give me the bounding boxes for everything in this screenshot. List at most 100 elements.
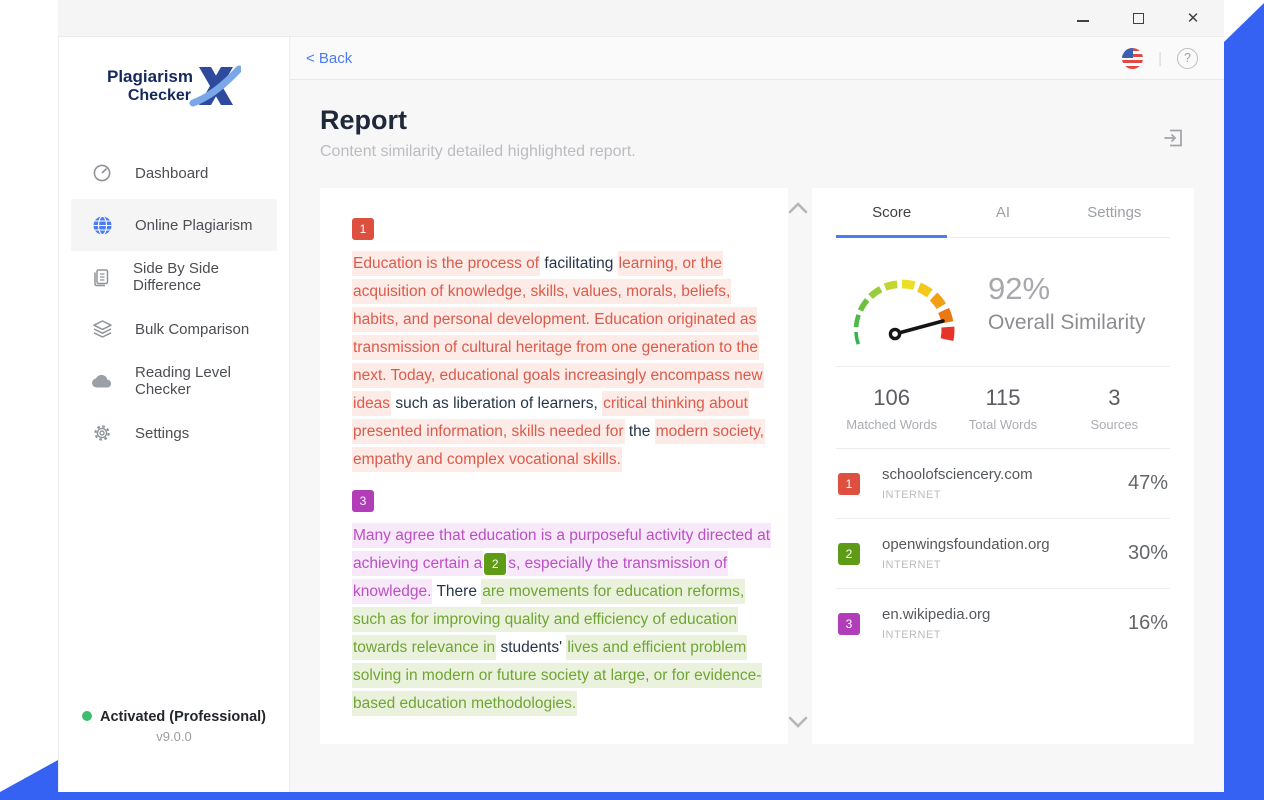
sidebar-item-label: Reading Level Checker (135, 364, 277, 398)
source-badge-2[interactable]: 2 (484, 553, 506, 575)
titlebar: ✕ (58, 0, 1224, 37)
source-info: en.wikipedia.org INTERNET (882, 606, 990, 641)
stat-label: Matched Words (836, 417, 947, 432)
sidebar-item-settings[interactable]: Settings (71, 407, 277, 459)
back-link[interactable]: < Back (306, 50, 352, 67)
sidebar-item-bulk-comparison[interactable]: Bulk Comparison (71, 303, 277, 355)
activation-status: Activated (Professional) v9.0.0 (59, 709, 289, 744)
tab-ai[interactable]: AI (947, 188, 1058, 237)
tab-score[interactable]: Score (836, 188, 947, 237)
help-icon[interactable]: ? (1177, 48, 1198, 69)
similarity-percent: 92% (988, 271, 1146, 307)
overall-similarity: 92% Overall Similarity (988, 271, 1146, 335)
stat-value: 3 (1059, 385, 1170, 411)
decorative-blue-band (1224, 0, 1264, 800)
speedometer-icon (91, 163, 113, 183)
topbar-actions: | ? (1122, 48, 1198, 69)
source-info: openwingsfoundation.org INTERNET (882, 536, 1050, 571)
sidebar-item-online-plagiarism[interactable]: Online Plagiarism (71, 199, 277, 251)
sources-list: 1 schoolofsciencery.comINTERNET 47% 2 openwi… (836, 448, 1170, 658)
source-percent: 30% (1128, 542, 1168, 565)
similarity-gauge-row: 92% Overall Similarity (836, 258, 1170, 348)
logo-text: Plagiarism Checker (107, 67, 193, 105)
logo-x-icon (189, 61, 241, 111)
gauge-segment (919, 287, 930, 293)
export-report-button[interactable] (1161, 125, 1186, 155)
logo-line2: Checker (107, 87, 193, 105)
sidebar-item-label: Dashboard (135, 165, 208, 182)
source-badge-3[interactable]: 3 (352, 490, 374, 512)
sidebar-item-label: Settings (135, 425, 189, 442)
document-paragraph: 1 Education is the process of facilitatin… (352, 218, 774, 474)
gauge-segment (885, 284, 897, 287)
export-icon (1161, 125, 1186, 150)
gauge-segment (860, 300, 867, 311)
sidebar-nav: Dashboard Online Plagiarism Side By Side D… (59, 147, 289, 459)
maximize-button[interactable] (1131, 11, 1145, 25)
stat-matched-words: 106 Matched Words (836, 385, 947, 432)
sidebar-item-side-by-side-difference[interactable]: Side By Side Difference (71, 251, 277, 303)
activation-label: Activated (Professional) (59, 709, 289, 725)
page-subtitle: Content similarity detailed highlighted … (320, 143, 1224, 161)
source-type: INTERNET (882, 489, 1033, 501)
source-row[interactable]: 2 openwingsfoundation.org INTERNET 30% (836, 518, 1170, 588)
source-badge-3: 3 (838, 613, 860, 635)
globe-icon (91, 215, 113, 236)
minimize-icon (1077, 20, 1089, 22)
separator: | (1158, 50, 1162, 67)
stat-sources: 3Sources (1059, 385, 1170, 432)
sidebar-item-label: Bulk Comparison (135, 321, 249, 338)
source-domain: openwingsfoundation.org (882, 536, 1050, 553)
sidebar-item-dashboard[interactable]: Dashboard (71, 147, 277, 199)
stat-value: 106 (836, 385, 947, 411)
similarity-gauge-icon (840, 258, 972, 348)
sidebar-item-label: Online Plagiarism (135, 217, 253, 234)
app-version: v9.0.0 (59, 729, 289, 744)
decorative-blue-triangle (0, 760, 58, 792)
close-icon: ✕ (1187, 11, 1200, 26)
tab-settings[interactable]: Settings (1059, 188, 1170, 237)
highlighted-text: Many agree that education is a purposefu… (352, 522, 774, 718)
layers-icon (91, 319, 113, 339)
cloud-icon (91, 372, 113, 390)
page-title: Report (320, 105, 1224, 136)
source-badge-2: 2 (838, 543, 860, 565)
text-segment: Education is the process of (352, 251, 540, 276)
content-topbar: < Back | ? (290, 37, 1224, 80)
gauge-segment (856, 332, 858, 344)
stat-total-words: 115 Total Words (947, 385, 1058, 432)
stats-row: 106 Matched Words115 Total Words3Sources (836, 367, 1170, 448)
minimize-button[interactable] (1076, 11, 1090, 25)
stat-value: 115 (947, 385, 1058, 411)
app-window: ✕ Plagiarism Checker Dashboard Online Pla… (0, 0, 1264, 800)
chevron-up-icon (788, 202, 808, 214)
text-segment: such as liberation of learners, (391, 395, 602, 412)
logo-line1: Plagiarism (107, 67, 193, 87)
source-type: INTERNET (882, 629, 990, 641)
text-segment: facilitating (540, 255, 618, 272)
scroll-down-button[interactable] (788, 715, 808, 733)
source-percent: 47% (1128, 472, 1168, 495)
close-button[interactable]: ✕ (1186, 11, 1200, 25)
gauge-segment (856, 315, 859, 327)
similarity-label: Overall Similarity (988, 311, 1146, 335)
source-info: schoolofsciencery.comINTERNET (882, 466, 1033, 501)
source-domain: en.wikipedia.org (882, 606, 990, 623)
sidebar: Plagiarism Checker Dashboard Online Plagi… (58, 37, 290, 792)
stat-label: Total Words (947, 417, 1058, 432)
source-badge-1: 1 (838, 473, 860, 495)
highlighted-text: Education is the process of facilitating… (352, 250, 774, 474)
decorative-blue-strip (0, 792, 1264, 800)
source-row[interactable]: 1 schoolofsciencery.comINTERNET 47% (836, 448, 1170, 518)
source-type: INTERNET (882, 559, 1050, 571)
source-badge-1[interactable]: 1 (352, 218, 374, 240)
scroll-up-button[interactable] (788, 201, 808, 219)
source-row[interactable]: 3en.wikipedia.orgINTERNET16% (836, 588, 1170, 658)
score-tabs: ScoreAISettings (836, 188, 1170, 238)
text-segment: students' (496, 639, 566, 656)
text-segment: There (432, 583, 481, 600)
main-content: < Back | ? Report Content similarity det… (290, 37, 1224, 792)
us-flag-icon[interactable] (1122, 48, 1143, 69)
gauge-pivot (890, 329, 899, 338)
sidebar-item-reading-level-checker[interactable]: Reading Level Checker (71, 355, 277, 407)
